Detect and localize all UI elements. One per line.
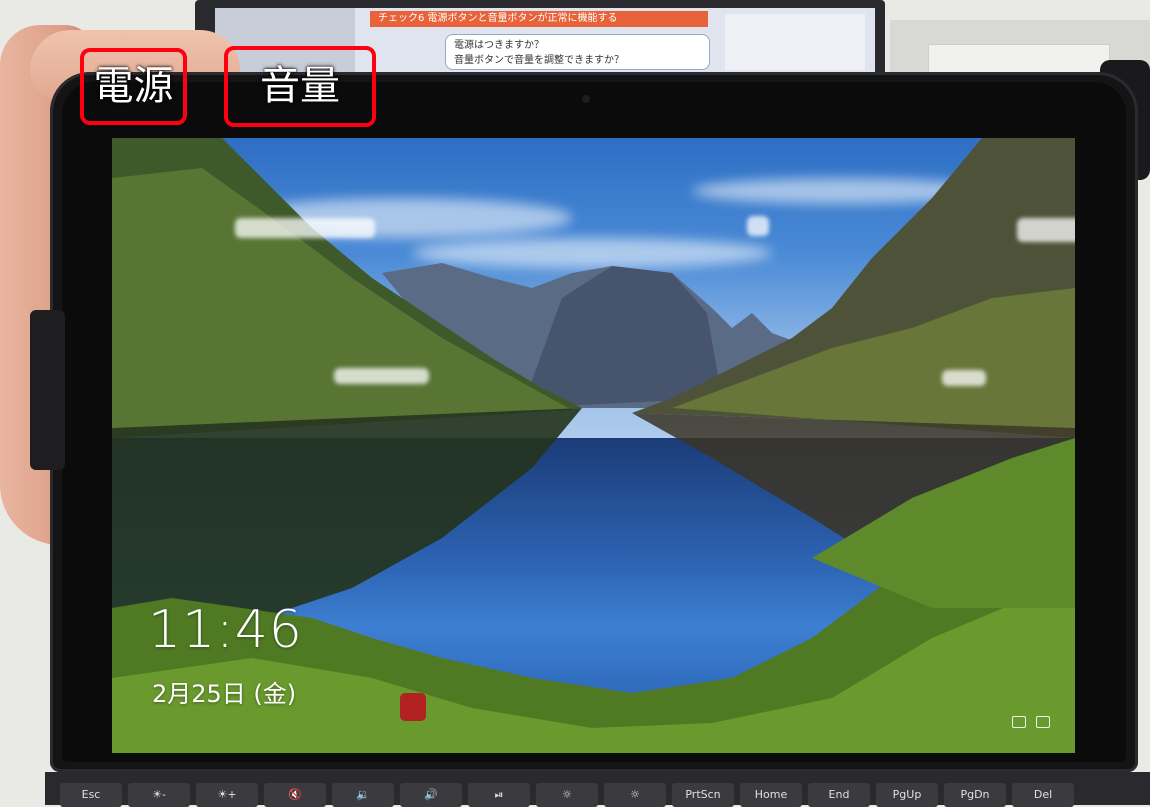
keyboard-key[interactable]: ☀+ <box>196 783 258 807</box>
keyboard-key[interactable]: ☼ <box>604 783 666 807</box>
lock-screen[interactable] <box>112 138 1075 753</box>
keyboard-key[interactable]: ☼ <box>536 783 598 807</box>
watch-strap <box>30 310 65 470</box>
bubble-line-1: 電源はつきますか？ <box>454 40 544 51</box>
lock-screen-time: 11:46 <box>148 600 303 660</box>
battery-icon <box>1036 716 1050 728</box>
front-camera <box>582 95 590 103</box>
keyboard-key[interactable]: ⏯ <box>468 783 530 807</box>
keyboard-key[interactable]: 🔊 <box>400 783 462 807</box>
bubble-line-2: 音量ボタンで音量を調整できますか？ <box>454 55 624 66</box>
lock-screen-date: 2月25日 (金) <box>152 680 297 708</box>
keyboard-key[interactable]: 🔇 <box>264 783 326 807</box>
background-screen-banner: チェック6 電源ボタンと音量ボタンが正常に機能する <box>370 11 708 27</box>
lock-screen-status-icons <box>1012 716 1050 728</box>
glass-glare <box>334 368 429 384</box>
glass-glare <box>747 216 769 236</box>
volume-button-annotation: 音量 <box>224 46 376 127</box>
background-screen-panel <box>725 14 865 70</box>
glass-glare <box>235 218 375 238</box>
keyboard-key[interactable]: ☀- <box>128 783 190 807</box>
glass-glare <box>1017 218 1075 242</box>
power-button-annotation: 電源 <box>80 48 187 125</box>
network-icon <box>1012 716 1026 728</box>
keyboard-key[interactable]: Del <box>1012 783 1074 807</box>
keyboard-key[interactable]: 🔉 <box>332 783 394 807</box>
keyboard-key[interactable]: PgDn <box>944 783 1006 807</box>
background-screen-bubble: 電源はつきますか？ 音量ボタンで音量を調整できますか？ <box>445 34 710 70</box>
keyboard-key[interactable]: Home <box>740 783 802 807</box>
keyboard-key[interactable]: Esc <box>60 783 122 807</box>
keyboard-key[interactable]: PgUp <box>876 783 938 807</box>
keyboard-key[interactable]: PrtScn <box>672 783 734 807</box>
glass-glare <box>942 370 986 386</box>
keyboard-function-row: Esc ☀- ☀+ 🔇 🔉 🔊 ⏯ ☼ ☼ PrtScn Home End PgUp PgDn Del <box>60 783 1074 807</box>
keyboard-key[interactable]: End <box>808 783 870 807</box>
